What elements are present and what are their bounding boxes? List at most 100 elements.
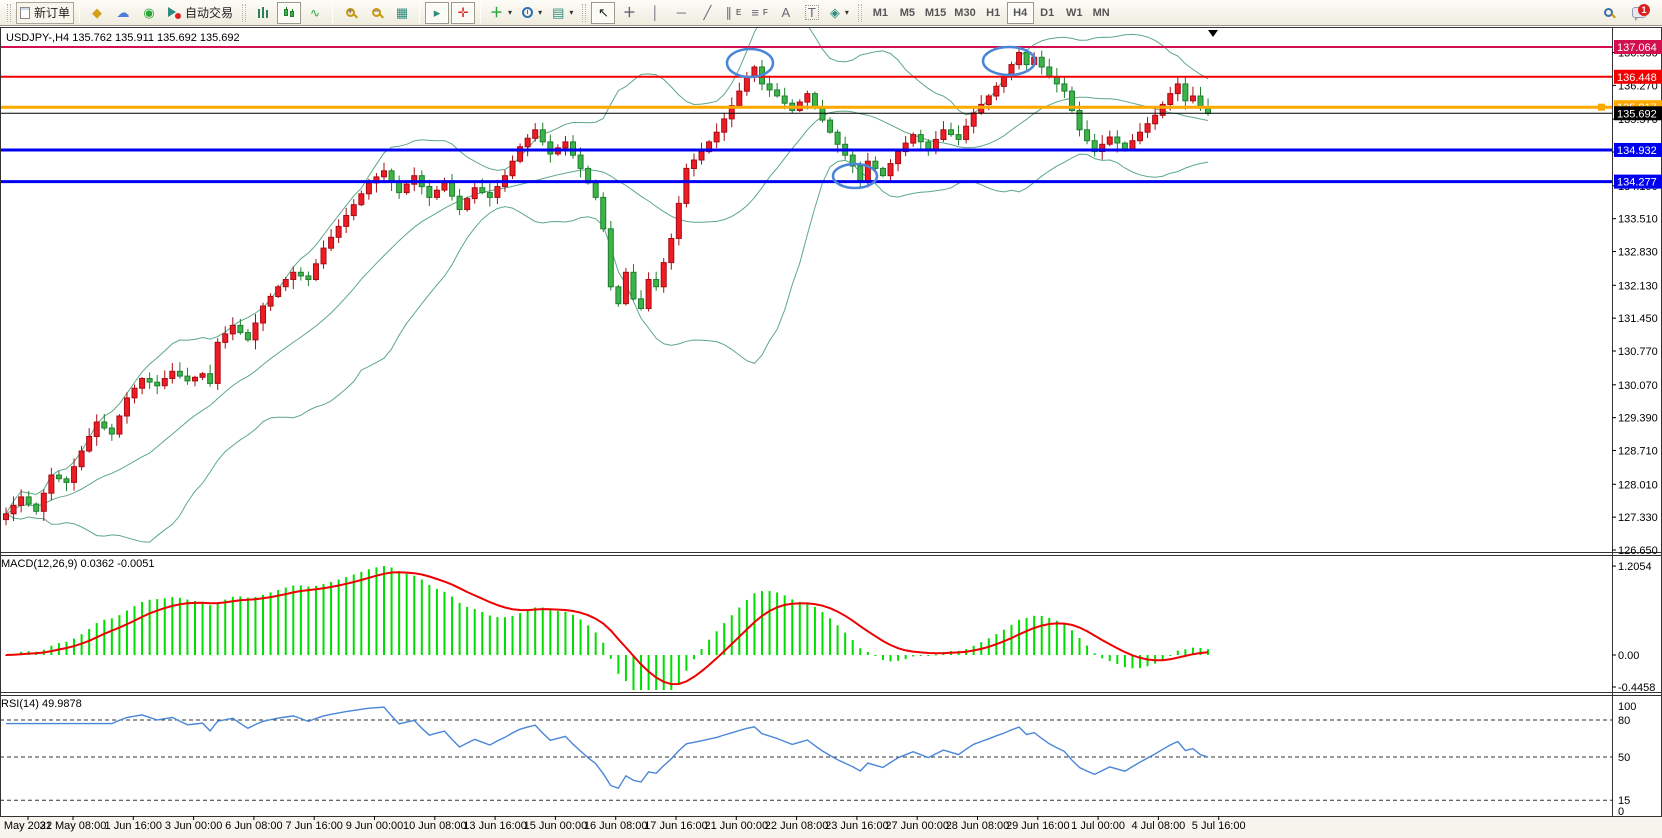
cursor-icon: ↖ (598, 6, 609, 19)
chevron-down-icon: ▾ (845, 8, 849, 17)
svg-text:129.390: 129.390 (1618, 413, 1658, 425)
chart-title: USDJPY-,H4 135.762 135.911 135.692 135.6… (6, 32, 240, 44)
hline-handle (1598, 104, 1605, 111)
rsi-indicator-label: RSI(14) 49.9878 (1, 698, 82, 710)
timeframe-m5[interactable]: M5 (894, 2, 921, 24)
toolbar-grip[interactable] (582, 4, 586, 22)
text-tool-icon: A (782, 6, 791, 19)
templates-button[interactable]: ▤▾ (548, 2, 577, 24)
svg-text:50: 50 (1618, 752, 1630, 764)
line-chart-button[interactable]: ∿ (303, 2, 327, 24)
template-icon: ▤ (552, 6, 564, 19)
svg-text:6 Jun 08:00: 6 Jun 08:00 (225, 820, 283, 832)
tile-windows-icon: ▦ (396, 6, 408, 19)
svg-text:31 May 08:00: 31 May 08:00 (40, 820, 107, 832)
toolbar-right: 1 (1596, 2, 1658, 24)
clock-icon (522, 7, 533, 18)
auto-trading-icon (167, 6, 181, 19)
svg-text:10 Jun 08:00: 10 Jun 08:00 (403, 820, 467, 832)
tile-windows-button[interactable]: ▦ (390, 2, 414, 24)
search-icon (1604, 8, 1613, 17)
timeframe-group: M1M5M15M30H1H4D1W1MN (867, 2, 1115, 24)
candlestick-chart-button[interactable] (277, 2, 301, 24)
svg-text:1 Jun 16:00: 1 Jun 16:00 (105, 820, 163, 832)
new-order-label: 新订单 (34, 4, 70, 21)
chart-shift-icon: ✛ (458, 6, 469, 19)
new-order-icon (20, 7, 30, 19)
macd-indicator-label: MACD(12,26,9) 0.0362 -0.0051 (1, 558, 154, 570)
svg-text:7 Jun 16:00: 7 Jun 16:00 (285, 820, 343, 832)
separator (419, 3, 420, 23)
new-order-button[interactable]: 新订单 (16, 2, 74, 24)
svg-text:1 Jul 00:00: 1 Jul 00:00 (1071, 820, 1125, 832)
timeframe-m15[interactable]: M15 (921, 2, 950, 24)
trading-terminal: 新订单 ◆ ☁ ◉ 自动交易 ∿ + − ▦ ▸ ✛ ＋▾ ▾ ▤▾ ↖ ＋ │… (0, 0, 1662, 838)
timeframe-h4[interactable]: H4 (1007, 2, 1034, 24)
svg-text:131.450: 131.450 (1618, 313, 1658, 325)
market-watch-icon: ◆ (92, 6, 102, 19)
channel-tag: E (736, 8, 741, 17)
svg-text:134.932: 134.932 (1617, 145, 1657, 157)
timeframe-w1[interactable]: W1 (1061, 2, 1088, 24)
svg-text:17 Jun 16:00: 17 Jun 16:00 (644, 820, 708, 832)
separator (332, 3, 333, 23)
channel-button[interactable]: ∥E (721, 2, 745, 24)
chevron-down-icon: ▾ (508, 8, 512, 17)
timeframe-d1[interactable]: D1 (1034, 2, 1061, 24)
accounts-button[interactable]: ☁ (111, 2, 135, 24)
toolbar: 新订单 ◆ ☁ ◉ 自动交易 ∿ + − ▦ ▸ ✛ ＋▾ ▾ ▤▾ ↖ ＋ │… (0, 0, 1662, 26)
bar-chart-button[interactable] (251, 2, 275, 24)
shapes-button[interactable]: ◈▾ (826, 2, 853, 24)
svg-text:15 Jun 00:00: 15 Jun 00:00 (524, 820, 588, 832)
signals-button[interactable]: ◉ (137, 2, 161, 24)
svg-text:4 Jul 08:00: 4 Jul 08:00 (1131, 820, 1185, 832)
separator (79, 3, 80, 23)
svg-text:13 Jun 16:00: 13 Jun 16:00 (463, 820, 527, 832)
timeframe-m30[interactable]: M30 (950, 2, 979, 24)
indicators-icon: ＋ (490, 6, 503, 19)
svg-text:28 Jun 08:00: 28 Jun 08:00 (946, 820, 1010, 832)
cursor-button[interactable]: ↖ (591, 2, 615, 24)
toolbar-grip[interactable] (858, 4, 862, 22)
line-chart-icon: ∿ (310, 6, 320, 20)
toolbar-grip[interactable] (242, 4, 246, 22)
svg-text:3 Jun 00:00: 3 Jun 00:00 (165, 820, 223, 832)
label-tool-icon: T (805, 5, 819, 20)
trendline-button[interactable]: ╱ (695, 2, 719, 24)
svg-text:0.00: 0.00 (1618, 650, 1639, 662)
crosshair-button[interactable]: ＋ (617, 2, 641, 24)
zoom-out-button[interactable]: − (364, 2, 388, 24)
timeframe-h1[interactable]: H1 (980, 2, 1007, 24)
svg-text:-0.4458: -0.4458 (1618, 682, 1655, 694)
svg-text:100: 100 (1618, 701, 1636, 713)
periods-button[interactable]: ▾ (518, 2, 546, 24)
svg-text:21 Jun 00:00: 21 Jun 00:00 (704, 820, 768, 832)
chevron-down-icon: ▾ (538, 8, 542, 17)
chart-area[interactable]: USDJPY-,H4 135.762 135.911 135.692 135.6… (0, 27, 1662, 838)
text-tool-button[interactable]: A (774, 2, 798, 24)
horizontal-line-button[interactable]: ─ (669, 2, 693, 24)
shapes-icon: ◈ (830, 6, 840, 19)
vertical-line-icon: │ (651, 6, 659, 19)
timeframe-mn[interactable]: MN (1088, 2, 1115, 24)
chart-svg[interactable]: 136.950136.270135.570134.890134.190133.5… (0, 27, 1662, 838)
notifications-button[interactable]: 1 (1626, 2, 1652, 24)
fibonacci-button[interactable]: ≡F (747, 2, 771, 24)
chart-shift-button[interactable]: ✛ (451, 2, 475, 24)
auto-trading-button[interactable]: 自动交易 (163, 2, 237, 24)
svg-text:29 Jun 16:00: 29 Jun 16:00 (1006, 820, 1070, 832)
search-button[interactable] (1596, 2, 1620, 24)
timeframe-m1[interactable]: M1 (867, 2, 894, 24)
auto-scroll-button[interactable]: ▸ (425, 2, 449, 24)
bar-chart-icon (257, 7, 269, 19)
svg-text:130.770: 130.770 (1618, 346, 1658, 358)
label-tool-button[interactable]: T (800, 2, 824, 24)
channel-icon: ∥ (725, 6, 732, 19)
indicators-button[interactable]: ＋▾ (486, 2, 516, 24)
svg-text:22 Jun 08:00: 22 Jun 08:00 (765, 820, 829, 832)
zoom-in-button[interactable]: + (338, 2, 362, 24)
market-watch-button[interactable]: ◆ (85, 2, 109, 24)
svg-text:27 Jun 00:00: 27 Jun 00:00 (885, 820, 949, 832)
toolbar-grip[interactable] (7, 4, 11, 22)
vertical-line-button[interactable]: │ (643, 2, 667, 24)
